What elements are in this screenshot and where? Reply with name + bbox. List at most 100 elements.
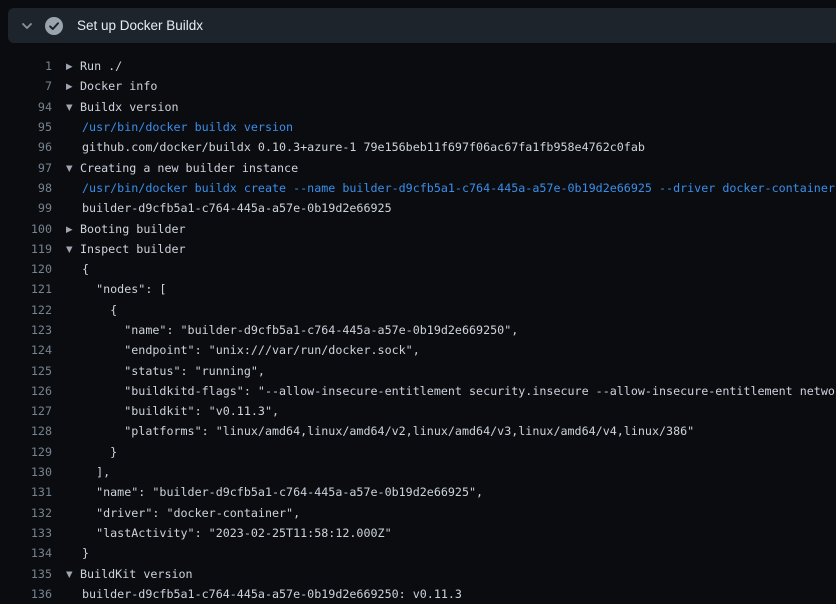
log-line-136: 136 builder-d9cfb5a1-c764-445a-a57e-0b19d… bbox=[0, 584, 836, 604]
log-line-135[interactable]: 135 ▼BuildKit version bbox=[0, 563, 836, 583]
log-line-128: 128 "platforms": "linux/amd64,linux/amd6… bbox=[0, 421, 836, 441]
group-title: Docker info bbox=[80, 79, 157, 93]
log-line-130: 130 ], bbox=[0, 462, 836, 482]
log-line-96: 96 github.com/docker/buildx 0.10.3+azure-… bbox=[0, 137, 836, 157]
line-number[interactable]: 119 bbox=[0, 242, 52, 256]
command-text: /usr/bin/docker buildx create --name bui… bbox=[66, 181, 835, 195]
line-number[interactable]: 96 bbox=[0, 140, 52, 154]
line-number[interactable]: 127 bbox=[0, 404, 52, 418]
log-line-126: 126 "buildkitd-flags": "--allow-insecure… bbox=[0, 381, 836, 401]
line-number[interactable]: 126 bbox=[0, 384, 52, 398]
output-text: { bbox=[66, 303, 117, 317]
chevron-down-icon[interactable] bbox=[19, 18, 35, 34]
step-title: Set up Docker Buildx bbox=[77, 18, 203, 33]
step-header[interactable]: Set up Docker Buildx bbox=[8, 8, 836, 43]
log-line-123: 123 "name": "builder-d9cfb5a1-c764-445a-… bbox=[0, 320, 836, 340]
command-text: /usr/bin/docker buildx version bbox=[66, 120, 293, 134]
line-number[interactable]: 124 bbox=[0, 343, 52, 357]
line-number[interactable]: 134 bbox=[0, 546, 52, 560]
group-title: Creating a new builder instance bbox=[80, 161, 298, 175]
group-header[interactable]: ▼BuildKit version bbox=[66, 567, 193, 581]
line-number[interactable]: 98 bbox=[0, 181, 52, 195]
log-line-125: 125 "status": "running", bbox=[0, 360, 836, 380]
output-text: "status": "running", bbox=[66, 364, 265, 378]
output-text: "driver": "docker-container", bbox=[66, 506, 300, 520]
line-number[interactable]: 136 bbox=[0, 587, 52, 601]
line-number[interactable]: 94 bbox=[0, 100, 52, 114]
line-number[interactable]: 95 bbox=[0, 120, 52, 134]
line-number[interactable]: 1 bbox=[0, 59, 52, 73]
output-text: "platforms": "linux/amd64,linux/amd64/v2… bbox=[66, 424, 694, 438]
group-collapsed-icon[interactable]: ▶ bbox=[66, 225, 80, 235]
log-line-120: 120 { bbox=[0, 259, 836, 279]
group-collapsed-icon[interactable]: ▶ bbox=[66, 82, 80, 92]
line-number[interactable]: 100 bbox=[0, 222, 52, 236]
output-text: builder-d9cfb5a1-c764-445a-a57e-0b19d2e6… bbox=[66, 201, 392, 215]
log-area: 1▶Run ./7▶Docker info94▼Buildx version95… bbox=[0, 56, 836, 604]
log-line-95: 95/usr/bin/docker buildx version bbox=[0, 117, 836, 137]
output-text: "name": "builder-d9cfb5a1-c764-445a-a57e… bbox=[66, 323, 518, 337]
group-expanded-icon[interactable]: ▼ bbox=[66, 570, 80, 580]
log-line-7[interactable]: 7 ▶Docker info bbox=[0, 76, 836, 96]
group-title: BuildKit version bbox=[80, 567, 193, 581]
line-number[interactable]: 128 bbox=[0, 424, 52, 438]
log-line-94[interactable]: 94 ▼Buildx version bbox=[0, 97, 836, 117]
log-line-1[interactable]: 1 ▶Run ./ bbox=[0, 56, 836, 76]
group-expanded-icon[interactable]: ▼ bbox=[66, 164, 80, 174]
output-text: } bbox=[66, 445, 117, 459]
log-line-133: 133 "lastActivity": "2023-02-25T11:58:12… bbox=[0, 523, 836, 543]
output-text: "nodes": [ bbox=[66, 282, 166, 296]
line-number[interactable]: 133 bbox=[0, 526, 52, 540]
line-number[interactable]: 99 bbox=[0, 201, 52, 215]
group-title: Inspect builder bbox=[80, 242, 186, 256]
group-header[interactable]: ▼Creating a new builder instance bbox=[66, 161, 298, 175]
output-text: "lastActivity": "2023-02-25T11:58:12.000… bbox=[66, 526, 392, 540]
log-line-132: 132 "driver": "docker-container", bbox=[0, 503, 836, 523]
output-text: "buildkitd-flags": "--allow-insecure-ent… bbox=[66, 384, 836, 398]
log-line-100[interactable]: 100 ▶Booting builder bbox=[0, 218, 836, 238]
line-number[interactable]: 121 bbox=[0, 282, 52, 296]
line-number[interactable]: 120 bbox=[0, 262, 52, 276]
line-number[interactable]: 132 bbox=[0, 506, 52, 520]
output-text: "endpoint": "unix:///var/run/docker.sock… bbox=[66, 343, 420, 357]
output-text: } bbox=[66, 546, 89, 560]
line-number[interactable]: 123 bbox=[0, 323, 52, 337]
log-line-99: 99 builder-d9cfb5a1-c764-445a-a57e-0b19d2… bbox=[0, 198, 836, 218]
line-number[interactable]: 135 bbox=[0, 567, 52, 581]
group-header[interactable]: ▶Docker info bbox=[66, 79, 157, 93]
group-header[interactable]: ▼Buildx version bbox=[66, 100, 179, 114]
log-line-122: 122 { bbox=[0, 300, 836, 320]
log-line-129: 129 } bbox=[0, 442, 836, 462]
line-number[interactable]: 130 bbox=[0, 465, 52, 479]
log-line-131: 131 "name": "builder-d9cfb5a1-c764-445a-… bbox=[0, 482, 836, 502]
output-text: ], bbox=[66, 465, 110, 479]
output-text: github.com/docker/buildx 0.10.3+azure-1 … bbox=[66, 140, 645, 154]
log-line-97[interactable]: 97 ▼Creating a new builder instance bbox=[0, 157, 836, 177]
log-line-119[interactable]: 119 ▼Inspect builder bbox=[0, 239, 836, 259]
log-line-127: 127 "buildkit": "v0.11.3", bbox=[0, 401, 836, 421]
line-number[interactable]: 131 bbox=[0, 485, 52, 499]
line-number[interactable]: 7 bbox=[0, 79, 52, 93]
output-text: "buildkit": "v0.11.3", bbox=[66, 404, 279, 418]
group-title: Booting builder bbox=[80, 222, 186, 236]
line-number[interactable]: 125 bbox=[0, 364, 52, 378]
log-line-134: 134} bbox=[0, 543, 836, 563]
group-title: Run ./ bbox=[80, 59, 122, 73]
line-number[interactable]: 97 bbox=[0, 161, 52, 175]
group-header[interactable]: ▶Run ./ bbox=[66, 59, 122, 73]
group-header[interactable]: ▼Inspect builder bbox=[66, 242, 186, 256]
line-number[interactable]: 122 bbox=[0, 303, 52, 317]
group-collapsed-icon[interactable]: ▶ bbox=[66, 62, 80, 72]
output-text: "name": "builder-d9cfb5a1-c764-445a-a57e… bbox=[66, 485, 483, 499]
group-title: Buildx version bbox=[80, 100, 179, 114]
group-header[interactable]: ▶Booting builder bbox=[66, 222, 186, 236]
log-line-98: 98/usr/bin/docker buildx create --name b… bbox=[0, 178, 836, 198]
group-expanded-icon[interactable]: ▼ bbox=[66, 245, 80, 255]
output-text: builder-d9cfb5a1-c764-445a-a57e-0b19d2e6… bbox=[66, 587, 462, 601]
log-line-124: 124 "endpoint": "unix:///var/run/docker.… bbox=[0, 340, 836, 360]
step-success-check-icon bbox=[44, 16, 64, 36]
line-number[interactable]: 129 bbox=[0, 445, 52, 459]
log-line-121: 121 "nodes": [ bbox=[0, 279, 836, 299]
group-expanded-icon[interactable]: ▼ bbox=[66, 103, 80, 113]
output-text: { bbox=[66, 262, 89, 276]
